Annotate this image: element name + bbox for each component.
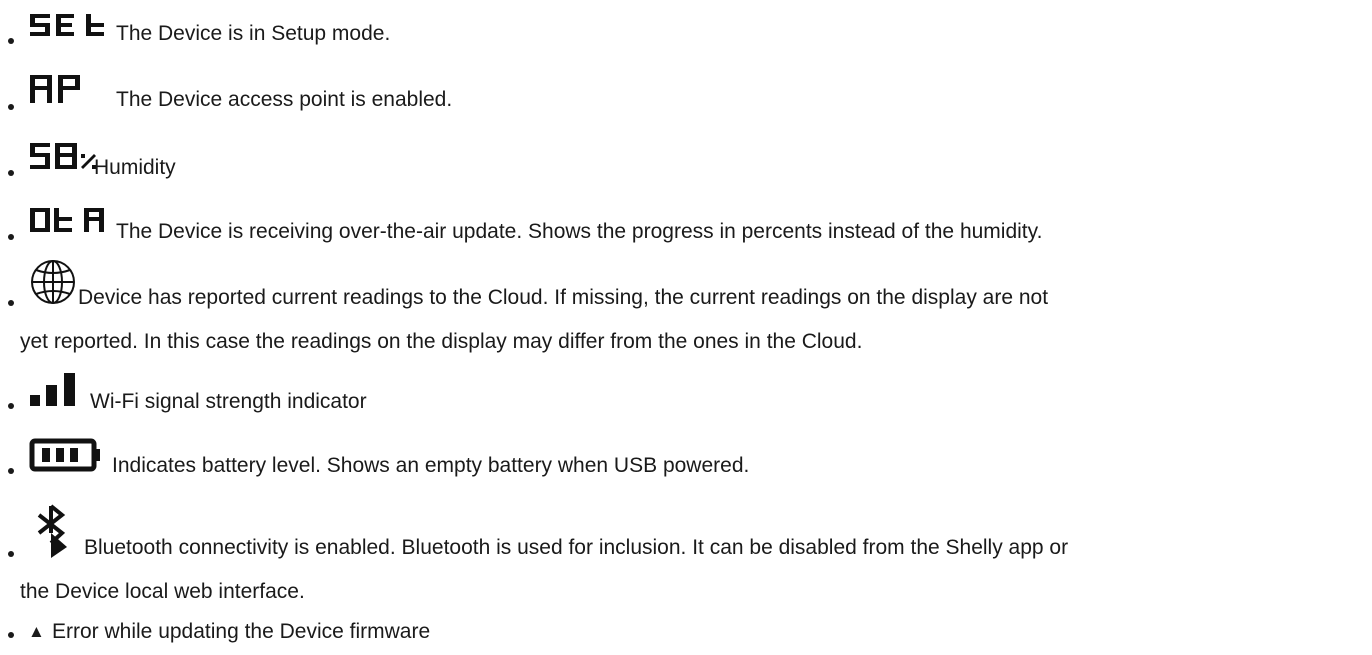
bullet (8, 632, 14, 638)
item-text-line2: yet reported. In this case the readings … (20, 330, 863, 353)
bullet (8, 234, 14, 240)
bullet (8, 104, 14, 110)
item-text: The Device access point is enabled. (116, 88, 453, 111)
item-text: Error while updating the Device firmware (52, 620, 431, 643)
item-text: Humidity (94, 156, 176, 179)
item-text-line1: Device has reported current readings to … (78, 286, 1049, 309)
bullet (8, 403, 14, 409)
bullet (8, 38, 14, 44)
globe-icon (31, 260, 75, 304)
seven-segment-set-icon (30, 14, 104, 36)
signal-bars-icon (30, 373, 75, 406)
battery-icon (29, 438, 100, 472)
item-text-line1: Bluetooth connectivity is enabled. Bluet… (84, 536, 1069, 559)
bluetooth-icon (37, 504, 67, 558)
item-text: Wi-Fi signal strength indicator (90, 390, 367, 413)
warning-triangle-icon: ▲ (28, 622, 45, 641)
bullet (8, 468, 14, 474)
seven-segment-ota-icon (30, 208, 104, 232)
item-text: The Device is in Setup mode. (116, 22, 391, 45)
seven-segment-ap-icon (30, 75, 80, 103)
item-text: Indicates battery level. Shows an empty … (112, 454, 750, 477)
item-text-line2: the Device local web interface. (20, 580, 305, 603)
item-text: The Device is receiving over-the-air upd… (116, 220, 1043, 243)
seven-segment-humidity-icon (30, 143, 96, 169)
bullet (8, 170, 14, 176)
bullet (8, 551, 14, 557)
bullet (8, 300, 14, 306)
